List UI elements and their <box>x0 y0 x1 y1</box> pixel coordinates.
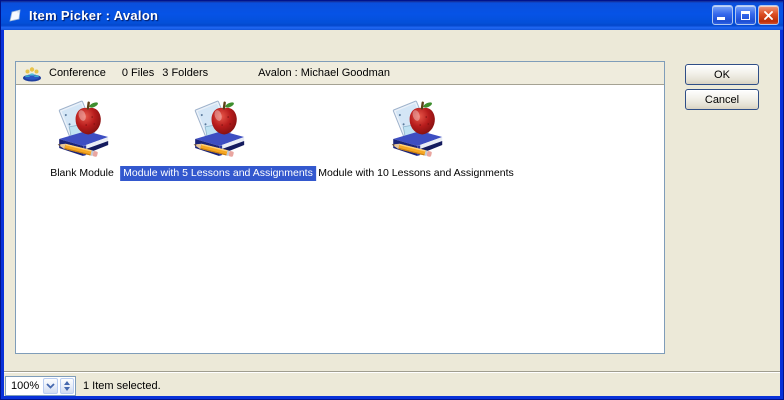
zoom-value[interactable]: 100% <box>6 377 42 395</box>
item-label: Module with 10 Lessons and Assignments <box>315 166 517 181</box>
module-icon <box>384 97 448 161</box>
module-icon <box>186 97 250 161</box>
item-list: Blank Module Module with 5 Lessons and A… <box>16 85 664 353</box>
window-title: Item Picker : Avalon <box>29 8 158 23</box>
files-count: 0 Files <box>122 67 154 79</box>
titlebar[interactable]: Item Picker : Avalon <box>1 1 783 30</box>
conference-icon <box>22 65 42 82</box>
window-icon[interactable] <box>7 8 23 24</box>
close-button[interactable] <box>758 5 779 25</box>
spinner-up-icon <box>64 381 70 385</box>
conference-owner-label: Avalon : Michael Goodman <box>258 67 390 79</box>
maximize-icon <box>741 11 750 20</box>
window-frame-bottom <box>1 396 783 399</box>
module-icon <box>50 97 114 161</box>
close-icon <box>763 10 774 21</box>
maximize-button[interactable] <box>735 5 756 25</box>
folder-info-bar: Conference 0 Files 3 Folders Avalon : Mi… <box>16 62 664 85</box>
selection-status-text: 1 Item selected. <box>83 380 161 392</box>
zoom-combobox[interactable]: 100% <box>5 376 76 396</box>
minimize-button[interactable] <box>712 5 733 25</box>
spinner-down-icon <box>64 387 70 391</box>
window-frame-left <box>1 30 4 399</box>
folders-count: 3 Folders <box>162 67 208 79</box>
list-item-module-5-lessons[interactable]: Module with 5 Lessons and Assignments <box>120 97 316 181</box>
minimize-icon <box>717 17 725 20</box>
zoom-dropdown-button[interactable] <box>43 378 58 394</box>
item-label: Blank Module <box>47 166 117 181</box>
item-picker-panel: Conference 0 Files 3 Folders Avalon : Mi… <box>15 61 665 354</box>
list-item-module-10-lessons[interactable]: Module with 10 Lessons and Assignments <box>315 97 517 181</box>
window-frame-right <box>780 30 783 399</box>
item-picker-dialog: Item Picker : Avalon Conference 0 Files … <box>0 0 784 400</box>
list-item-blank-module[interactable]: Blank Module <box>47 97 117 181</box>
container-type-label: Conference <box>49 67 106 79</box>
zoom-spinner[interactable] <box>60 378 74 394</box>
statusbar-divider <box>4 371 780 373</box>
ok-button[interactable]: OK <box>685 64 759 85</box>
chevron-down-icon <box>46 383 55 389</box>
item-label: Module with 5 Lessons and Assignments <box>120 166 316 181</box>
cancel-button[interactable]: Cancel <box>685 89 759 110</box>
